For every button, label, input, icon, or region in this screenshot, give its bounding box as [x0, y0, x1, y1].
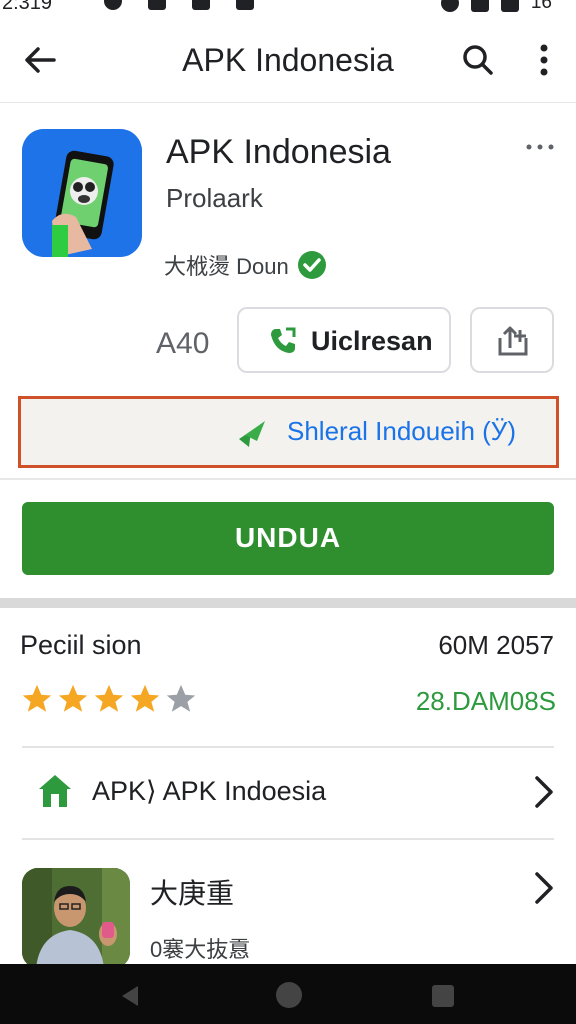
person-photo-icon [22, 868, 130, 968]
install-button[interactable]: UNDUA [22, 502, 554, 575]
more-horiz-icon [526, 144, 554, 150]
avatar [22, 868, 130, 968]
app-notification-icon [148, 0, 166, 10]
update-button[interactable]: Uiclresan [237, 307, 451, 373]
tag-row: 大栰燙 Doun [164, 249, 327, 281]
header-more-button[interactable] [524, 139, 556, 155]
highlight-banner[interactable]: Shleral Indoueih (Ӱ) [18, 396, 559, 468]
profile-subtitle: 0褰大抜慐 [150, 937, 251, 962]
nav-recents-icon[interactable] [432, 985, 454, 1007]
star-filled-icon [22, 684, 52, 712]
send-arrow-icon [239, 421, 265, 447]
home-icon [39, 775, 71, 807]
section-divider [0, 598, 576, 608]
info-section: Peciil sion 60M 2057 28.DAM08S [0, 608, 576, 748]
info-green-value: 28.DAM08S [415, 686, 556, 716]
nav-home-icon[interactable] [276, 982, 302, 1008]
phone-call-icon [271, 327, 296, 353]
app-header: APK Indonesia Prolaark 大栰燙 Doun A40 Uicl… [0, 103, 576, 478]
app-icon [22, 129, 142, 257]
star-filled-icon [58, 684, 88, 712]
status-bar: 2:319 16 [0, 0, 576, 14]
profile-name: 大庚重 [150, 878, 235, 909]
chevron-right-icon [535, 872, 553, 904]
share-upload-icon [498, 326, 528, 356]
wifi-icon [470, 0, 489, 12]
developer-link-row[interactable]: APK⟩ APK Indoesia [0, 748, 576, 838]
status-time: 2:319 [2, 0, 53, 14]
more-vert-icon [540, 44, 548, 76]
search-icon [463, 45, 493, 75]
more-options-button[interactable] [524, 38, 564, 82]
rating-stars [20, 682, 198, 716]
info-meta: 60M 2057 [438, 630, 554, 660]
alarm-icon [440, 0, 459, 12]
info-title: Peciil sion [20, 630, 142, 660]
system-nav-bar [0, 964, 576, 1024]
install-button-label: UNDUA [234, 522, 342, 553]
developer-link[interactable]: Prolaark [166, 183, 263, 214]
app-notification-icon-3 [236, 0, 254, 10]
tag-text: 大栰燙 Doun [164, 254, 289, 279]
star-filled-icon [94, 684, 124, 712]
app-notification-icon-2 [192, 0, 210, 10]
nav-back-icon[interactable] [118, 984, 142, 1008]
search-button[interactable] [456, 38, 500, 82]
verified-check-icon [297, 251, 326, 279]
chevron-right-icon [535, 776, 553, 808]
signal-icon [500, 0, 519, 12]
app-name: APK Indonesia [166, 133, 391, 171]
phone-illustration-icon [22, 129, 142, 257]
share-button[interactable] [470, 307, 554, 373]
link-row-label: APK⟩ APK Indoesia [92, 776, 327, 806]
star-empty-icon [166, 684, 196, 712]
star-filled-icon [130, 684, 160, 712]
developer-profile-row[interactable]: 大庚重 0褰大抜慐 [0, 840, 576, 968]
battery-level: 16 [530, 0, 552, 13]
app-bar: APK Indonesia [0, 14, 576, 103]
divider [0, 478, 576, 480]
update-button-label: Uiclresan [311, 326, 433, 356]
notification-icon [104, 0, 122, 10]
highlight-text: Shleral Indoueih (Ӱ) [287, 416, 516, 446]
app-size-label: A40 [156, 327, 210, 360]
